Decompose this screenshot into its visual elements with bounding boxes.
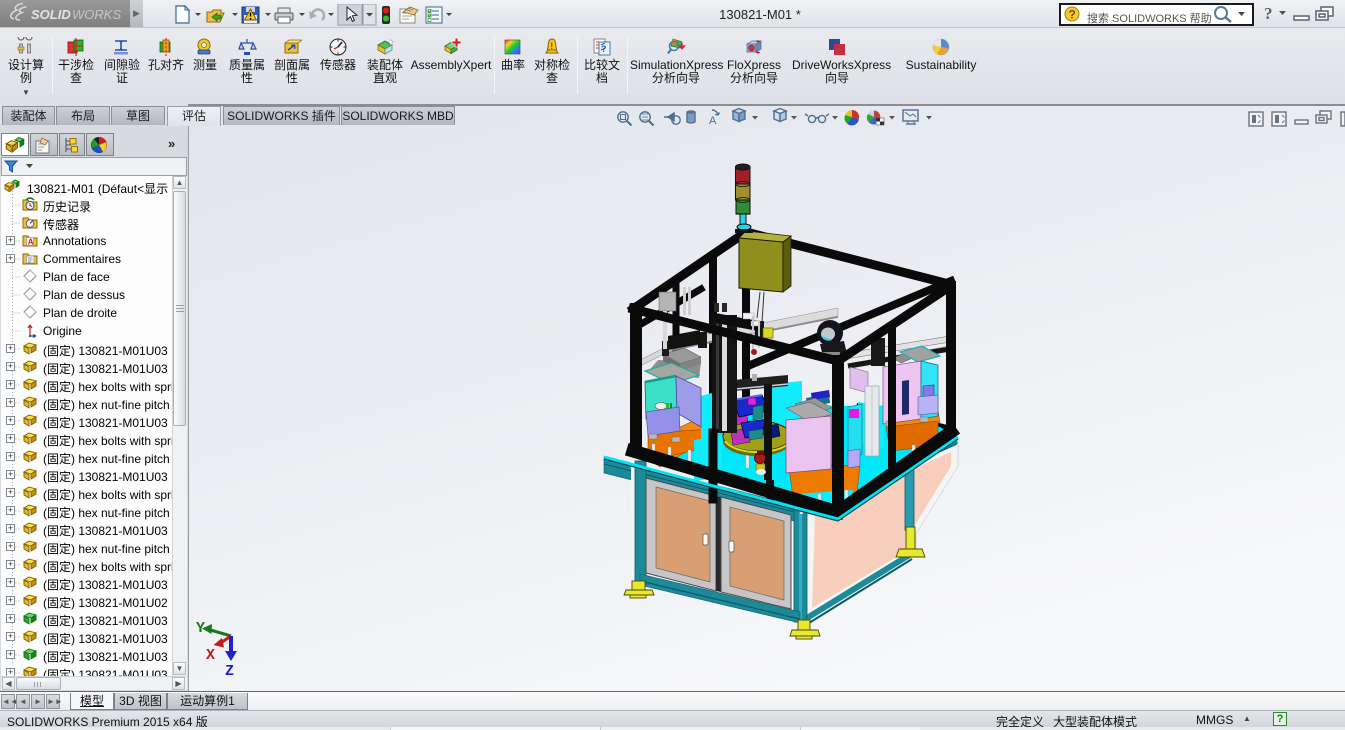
svg-text:X: X [206,647,215,664]
svg-text:!: ! [550,41,553,51]
svg-text:WORKS: WORKS [72,7,121,22]
svg-text:Y: Y [196,620,205,637]
svg-text:Z: Z [225,663,234,680]
svg-text:?: ? [1264,4,1273,23]
svg-text:A: A [709,115,717,127]
svg-text:SOLID: SOLID [31,7,71,22]
svg-text:?: ? [1069,8,1076,22]
